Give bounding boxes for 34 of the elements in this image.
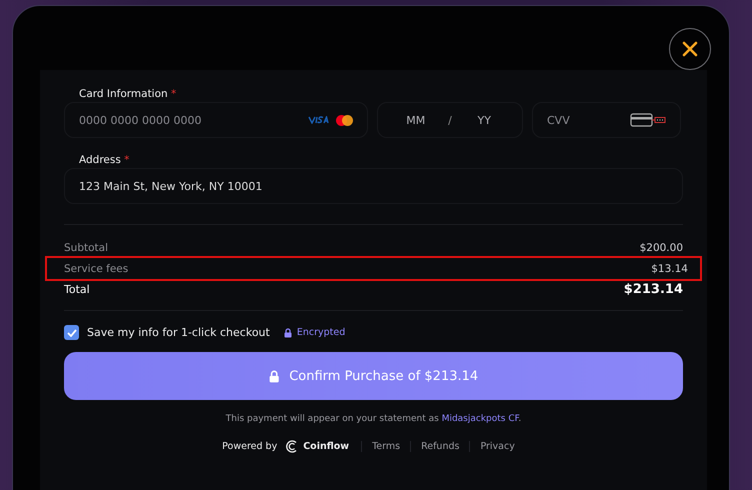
brand-name: Coinflow (303, 441, 350, 452)
field-label: Address * (79, 154, 130, 166)
field-label: Card Information * (79, 88, 178, 100)
summary-amount: $213.14 (624, 282, 683, 297)
visa-icon (308, 116, 330, 124)
card-field[interactable]: 0000 0000 0000 0000 (64, 102, 368, 138)
footer-link[interactable]: Refunds (410, 441, 470, 452)
checkbox[interactable] (64, 325, 79, 340)
footer-link[interactable]: Terms (361, 441, 410, 452)
lock-icon (284, 328, 292, 338)
summary-label: Total (64, 283, 90, 296)
encrypted-label: Encrypted (296, 327, 346, 338)
card-number-field[interactable]: 0000 0000 0000 0000 (79, 114, 302, 126)
powered-by-label: Powered by (222, 441, 278, 452)
cvv-field-frame[interactable]: CVV (532, 102, 681, 138)
card-cvv-icon (630, 113, 666, 127)
lock-icon (268, 370, 280, 382)
close-icon (682, 41, 698, 57)
footer-link[interactable]: Privacy (469, 441, 525, 452)
address-field[interactable]: 123 Main St, New York, NY 10001 (64, 168, 683, 204)
expiry-separator: / (448, 114, 452, 126)
cvv-field[interactable]: CVV (547, 114, 630, 126)
summary-label: Subtotal (64, 242, 108, 254)
merchant-link[interactable]: Midasjackpots CF (442, 414, 518, 424)
year-field[interactable]: YY (469, 114, 500, 126)
summary-amount: $13.14 (651, 262, 688, 274)
checkbox-label: Save my info for 1-click checkout (87, 326, 270, 339)
summary-amount: $200.00 (640, 242, 683, 254)
month-field[interactable]: MM (400, 114, 431, 126)
mastercard-icon (336, 114, 353, 126)
coinflow-logo-icon (285, 440, 298, 453)
check-icon (66, 328, 76, 336)
statement-note: This payment will appear on your statement as Midasjackpots CF. (224, 414, 522, 424)
summary-label: Service fees (64, 262, 128, 274)
